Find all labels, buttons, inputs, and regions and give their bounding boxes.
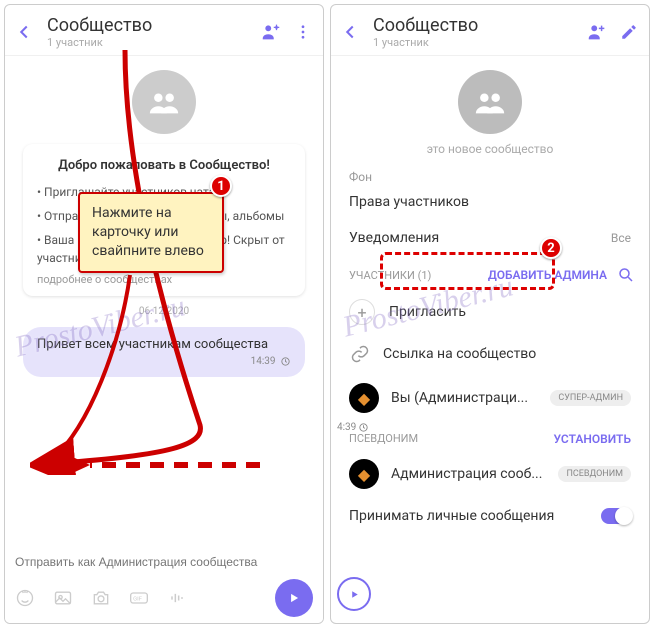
row-community-link[interactable]: Ссылка на сообщество <box>331 334 649 374</box>
sticker-icon[interactable] <box>15 588 35 608</box>
annotation-badge-1: 1 <box>210 175 232 197</box>
message-text: Привет всем участникам сообщества <box>37 337 268 352</box>
role-badge: СУПЕР-АДМИН <box>550 390 631 406</box>
message-input[interactable] <box>15 549 313 575</box>
link-icon <box>349 343 371 365</box>
community-avatar[interactable] <box>458 70 522 134</box>
header: Сообщество 1 участник <box>5 5 323 56</box>
welcome-more-link[interactable]: подробнее о сообществах <box>37 273 291 286</box>
add-member-icon[interactable] <box>585 20 609 44</box>
row-pseudonym[interactable]: ◆ Администрация сооб... ПСЕВДОНИМ <box>331 450 649 498</box>
pseudonym-header: ПСЕВДОНИМ УСТАНОВИТЬ <box>331 422 649 450</box>
gif-icon[interactable]: GIF <box>129 588 149 608</box>
edit-icon[interactable] <box>617 20 641 44</box>
row-invite[interactable]: + Пригласить <box>331 290 649 334</box>
composer: GIF <box>5 543 323 623</box>
phone-left: Сообщество 1 участник Добро пожаловать в… <box>4 4 324 624</box>
row-member-you[interactable]: ◆ Вы (Администраци... СУПЕР-АДМИН <box>331 374 649 422</box>
subtitle: 1 участник <box>373 36 577 49</box>
message-bubble[interactable]: Привет всем участникам сообщества 14:39 <box>23 327 305 377</box>
add-member-icon[interactable] <box>259 20 283 44</box>
community-intro: это новое сообщество <box>331 142 649 156</box>
voice-icon[interactable] <box>167 588 187 608</box>
row-member-rights[interactable]: Права участников <box>331 184 649 220</box>
date-separator: 06.12.2020 <box>5 306 323 317</box>
subtitle: 1 участник <box>47 36 251 49</box>
toggle-switch[interactable] <box>601 508 631 524</box>
role-badge: ПСЕВДОНИМ <box>558 466 631 482</box>
page-title: Сообщество <box>47 15 251 36</box>
avatar: ◆ <box>349 459 379 489</box>
back-icon[interactable] <box>13 21 35 43</box>
row-notifications[interactable]: Уведомления Все <box>331 220 649 256</box>
annotation-highlight-box <box>380 252 555 290</box>
svg-text:GIF: GIF <box>133 597 143 603</box>
avatar: ◆ <box>349 383 379 413</box>
time-fragment: 4:39 <box>337 422 369 433</box>
welcome-title: Добро пожаловать в Сообщество! <box>37 158 291 173</box>
search-icon[interactable] <box>617 266 635 284</box>
send-button[interactable] <box>275 579 313 617</box>
back-icon[interactable] <box>339 21 361 43</box>
more-icon[interactable] <box>291 20 315 44</box>
annotation-badge-2: 2 <box>540 237 562 259</box>
page-title: Сообщество <box>373 15 577 36</box>
play-button[interactable] <box>337 577 371 611</box>
message-time: 14:39 <box>37 356 291 367</box>
camera-icon[interactable] <box>91 588 111 608</box>
section-background[interactable]: Фон <box>331 170 649 184</box>
row-accept-dm[interactable]: Принимать личные сообщения <box>331 498 649 528</box>
plus-icon: + <box>349 299 375 325</box>
community-avatar <box>132 70 196 134</box>
header: Сообщество 1 участник <box>331 5 649 56</box>
set-pseudonym-link[interactable]: УСТАНОВИТЬ <box>553 432 631 446</box>
gallery-icon[interactable] <box>53 588 73 608</box>
annotation-callout: Нажмите на карточку или свайпните влево <box>78 192 224 273</box>
phone-right: Сообщество 1 участник это новое сообщест… <box>330 4 650 624</box>
